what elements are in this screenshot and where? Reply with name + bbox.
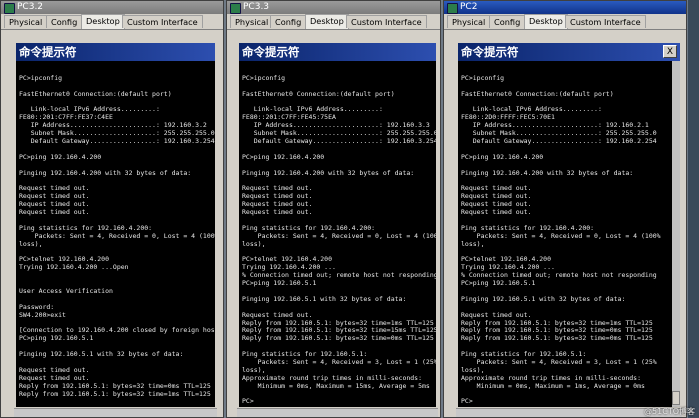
- close-button[interactable]: X: [663, 45, 677, 58]
- horizontal-scrollbar[interactable]: [14, 408, 217, 417]
- command-prompt[interactable]: 命令提示符 PC>ipconfig FastEthernet0 Connectio…: [14, 41, 217, 409]
- command-prompt-title: 命令提示符: [458, 43, 680, 61]
- terminal-line: PC>: [461, 397, 473, 406]
- command-prompt-title: 命令提示符: [239, 43, 436, 61]
- app-icon: [230, 3, 241, 14]
- terminal-line: PC>ping 192.160.4.200: [19, 152, 102, 161]
- window-pc2[interactable]: PC2 Physical Config Desktop Custom Inter…: [443, 0, 687, 418]
- tab-physical[interactable]: Physical: [230, 15, 274, 28]
- terminal-line: SW4.200>exit: [19, 310, 66, 319]
- window-title: PC3.3: [243, 2, 270, 12]
- terminal-line: User Access Verification: [19, 286, 113, 295]
- terminal-line: Request timed out.: [461, 208, 532, 217]
- window-titlebar[interactable]: PC2: [444, 1, 686, 14]
- terminal-line: PC>ping 192.160.4.200: [242, 152, 325, 161]
- tab-desktop[interactable]: Desktop: [305, 14, 349, 29]
- terminal-output[interactable]: PC>ipconfig FastEthernet0 Connection:(def…: [461, 67, 671, 407]
- terminal-line: FastEthernet0 Connection:(default port): [461, 89, 614, 98]
- terminal-line: PC>ipconfig: [461, 73, 505, 82]
- terminal-line: PC>ping 192.160.4.200: [461, 152, 544, 161]
- terminal-line: Minimum = 0ms, Maximum = 15ms, Average =…: [242, 381, 430, 390]
- terminal-line: Packets: Sent = 4, Received = 0, Lost = …: [19, 231, 215, 240]
- terminal-line: PC>: [242, 397, 254, 406]
- tab-bar: Physical Config Desktop Custom Interface: [1, 14, 223, 30]
- desktop-edge: [688, 0, 699, 418]
- tab-bar: Physical Config Desktop Custom Interface: [444, 14, 686, 30]
- vertical-scrollbar[interactable]: [672, 61, 680, 407]
- terminal-line: Request timed out.: [19, 208, 90, 217]
- tab-desktop[interactable]: Desktop: [524, 14, 568, 29]
- terminal-line: Default Gateway.................: 192.16…: [242, 137, 436, 146]
- tab-bar: Physical Config Desktop Custom Interface: [227, 14, 440, 30]
- terminal-line: Packets: Sent = 4, Received = 3, Lost = …: [461, 357, 657, 366]
- terminal-output[interactable]: PC>ipconfig FastEthernet0 Connection:(def…: [19, 67, 215, 407]
- window-titlebar[interactable]: PC3.3: [227, 1, 440, 14]
- terminal-output[interactable]: PC>ipconfig FastEthernet0 Connection:(def…: [242, 67, 436, 407]
- window-title: PC2: [460, 2, 478, 12]
- terminal-line: Pinging 192.160.4.200 with 32 bytes of d…: [461, 168, 634, 177]
- app-icon: [447, 3, 458, 14]
- scrollbar-thumb[interactable]: [672, 391, 680, 405]
- terminal-line: PC>ping 192.160.5.1: [242, 279, 317, 288]
- window-pc3-3[interactable]: PC3.3 Physical Config Desktop Custom Int…: [226, 0, 441, 418]
- command-prompt[interactable]: 命令提示符 X PC>ipconfig FastEthernet0 Connect…: [456, 41, 682, 409]
- tab-desktop[interactable]: Desktop: [81, 14, 125, 29]
- terminal-line: loss),: [19, 239, 43, 248]
- terminal-line: Packets: Sent = 4, Received = 0, Lost = …: [461, 231, 661, 240]
- terminal-line: loss),: [242, 239, 266, 248]
- terminal-line: Minimum = 0ms, Maximum = 1ms, Average = …: [461, 381, 645, 390]
- terminal-line: Request timed out.: [242, 208, 313, 217]
- terminal-line: Pinging 192.160.5.1 with 32 bytes of dat…: [461, 294, 626, 303]
- terminal-line: FastEthernet0 Connection:(default port): [19, 89, 172, 98]
- terminal-line: PC>ping 192.160.5.1: [461, 279, 536, 288]
- terminal-line: Packets: Sent = 4, Received = 0, Lost = …: [242, 231, 436, 240]
- command-prompt[interactable]: 命令提示符 PC>ipconfig FastEthernet0 Connectio…: [237, 41, 438, 409]
- horizontal-scrollbar[interactable]: [237, 408, 438, 417]
- terminal-line: Pinging 192.160.5.1 with 32 bytes of dat…: [242, 294, 407, 303]
- terminal-line: Packets: Sent = 4, Received = 3, Lost = …: [242, 357, 436, 366]
- terminal-line: Reply from 192.160.5.1: bytes=32 time=0m…: [461, 334, 653, 343]
- command-prompt-title: 命令提示符: [16, 43, 215, 61]
- terminal-line: PC>ipconfig: [242, 73, 286, 82]
- terminal-line: loss),: [461, 239, 485, 248]
- terminal-line: Reply from 192.160.5.1: bytes=32 time=1m…: [19, 389, 211, 398]
- terminal-line: Default Gateway.................: 192.16…: [461, 137, 657, 146]
- tab-physical[interactable]: Physical: [447, 15, 491, 28]
- terminal-line: PC>ipconfig: [19, 73, 63, 82]
- tab-config[interactable]: Config: [270, 15, 307, 28]
- app-icon: [4, 3, 15, 14]
- tab-physical[interactable]: Physical: [4, 15, 48, 28]
- window-pc3-2[interactable]: PC3.2 Physical Config Desktop Custom Int…: [0, 0, 224, 418]
- window-title: PC3.2: [17, 2, 44, 12]
- terminal-line: PC>ping 192.160.5.1: [19, 334, 94, 343]
- window-titlebar[interactable]: PC3.2: [1, 1, 223, 14]
- terminal-line: Pinging 192.160.4.200 with 32 bytes of d…: [19, 168, 192, 177]
- tab-custom-interface[interactable]: Custom Interface: [565, 15, 646, 28]
- terminal-line: Reply from 192.160.5.1: bytes=32 time=0m…: [242, 334, 434, 343]
- tab-custom-interface[interactable]: Custom Interface: [346, 15, 427, 28]
- watermark: @51CTO博客: [644, 407, 695, 416]
- tab-config[interactable]: Config: [489, 15, 526, 28]
- tab-custom-interface[interactable]: Custom Interface: [122, 15, 203, 28]
- terminal-line: Trying 192.160.4.200 ...Open: [19, 263, 129, 272]
- terminal-line: Default Gateway.................: 192.16…: [19, 137, 215, 146]
- terminal-line: FastEthernet0 Connection:(default port): [242, 89, 395, 98]
- terminal-line: Pinging 192.160.4.200 with 32 bytes of d…: [242, 168, 415, 177]
- tab-config[interactable]: Config: [46, 15, 83, 28]
- terminal-line: Pinging 192.160.5.1 with 32 bytes of dat…: [19, 350, 184, 359]
